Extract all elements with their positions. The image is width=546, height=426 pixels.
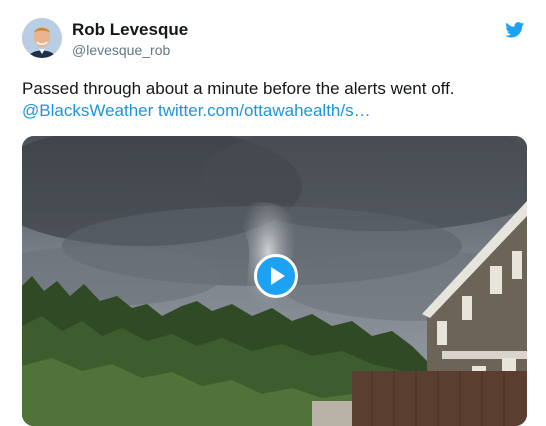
embedded-tweet: Rob Levesque @levesque_rob Passed throug…: [0, 0, 546, 426]
author-display-name[interactable]: Rob Levesque: [72, 20, 188, 40]
author-avatar[interactable]: [22, 18, 62, 58]
author-handle[interactable]: @levesque_rob: [72, 42, 170, 58]
tweet-body-text: Passed through about a minute before the…: [22, 79, 455, 98]
mention-link[interactable]: @BlacksWeather: [22, 101, 153, 120]
tweet-text: Passed through about a minute before the…: [22, 78, 527, 122]
play-button[interactable]: [254, 254, 298, 298]
twitter-bird-icon[interactable]: [505, 22, 525, 38]
video-thumbnail[interactable]: [22, 136, 527, 426]
play-icon: [271, 267, 285, 285]
url-link[interactable]: twitter.com/ottawahealth/s…: [158, 101, 371, 120]
